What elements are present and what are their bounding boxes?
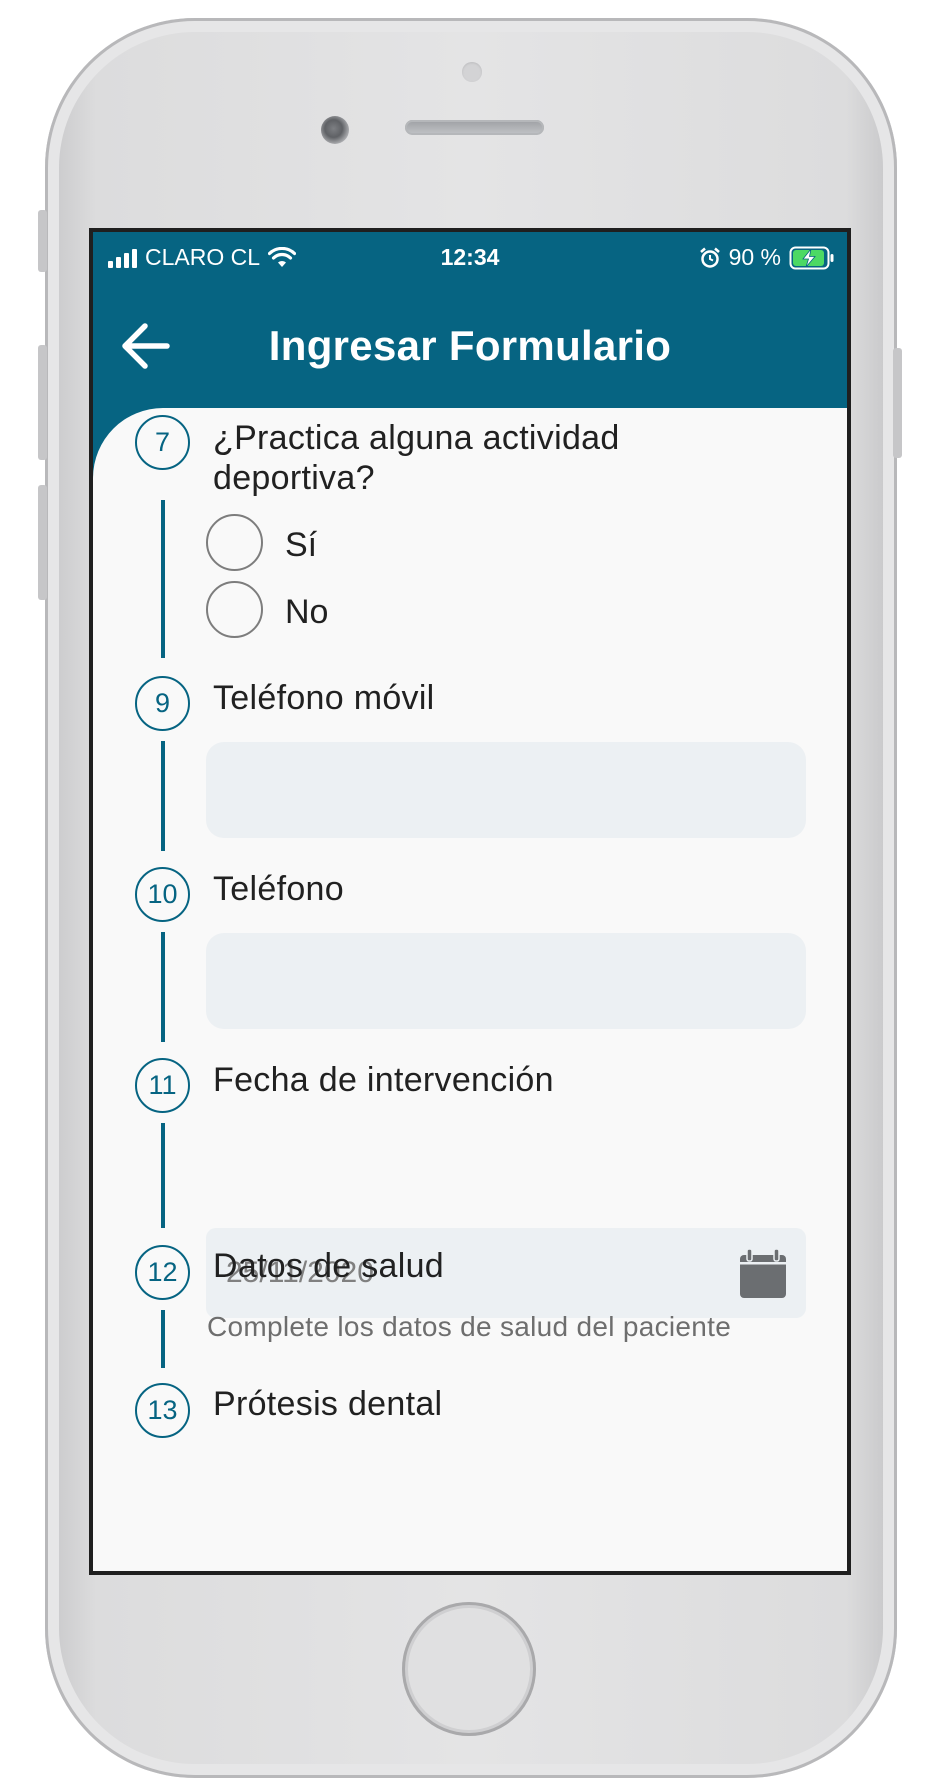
mobile-phone-input[interactable] bbox=[206, 742, 806, 838]
step-connector bbox=[161, 932, 165, 1042]
volume-up-button bbox=[38, 345, 47, 460]
volume-down-button bbox=[38, 485, 47, 600]
step-connector bbox=[161, 1310, 165, 1368]
app-bar: Ingresar Formulario bbox=[93, 280, 847, 408]
alarm-icon bbox=[699, 247, 720, 268]
step-number: 11 bbox=[135, 1058, 190, 1113]
radio-label-si[interactable]: Sí bbox=[285, 526, 317, 565]
mute-switch bbox=[38, 210, 47, 272]
step-number: 10 bbox=[135, 867, 190, 922]
question-label: ¿Practica alguna actividad deportiva? bbox=[213, 418, 620, 498]
step-number: 12 bbox=[135, 1245, 190, 1300]
question-label-line: ¿Practica alguna actividad bbox=[213, 419, 620, 457]
question-label-line: deportiva? bbox=[213, 459, 375, 497]
home-button[interactable] bbox=[402, 1602, 536, 1736]
battery-percent: 90 % bbox=[728, 244, 781, 270]
earpiece-speaker bbox=[405, 120, 544, 135]
app-screen: CLARO CL 12:34 90 % Ingresar Formulario … bbox=[93, 232, 847, 1571]
question-label: Teléfono bbox=[213, 870, 344, 908]
step-number: 13 bbox=[135, 1383, 190, 1438]
step-number: 9 bbox=[135, 676, 190, 731]
step-connector bbox=[161, 741, 165, 851]
phone-screen: CLARO CL 12:34 90 % Ingresar Formulario … bbox=[89, 228, 851, 1575]
step-connector bbox=[161, 1123, 165, 1228]
form-container: 7 ¿Practica alguna actividad deportiva? … bbox=[93, 408, 847, 1571]
step-number: 7 bbox=[135, 415, 190, 470]
front-camera bbox=[321, 116, 349, 144]
radio-label-no[interactable]: No bbox=[285, 593, 328, 632]
question-label: Teléfono móvil bbox=[213, 679, 435, 717]
radio-si[interactable] bbox=[206, 514, 263, 571]
power-button bbox=[893, 348, 902, 458]
calendar-icon[interactable] bbox=[738, 1248, 788, 1300]
battery-charging-icon bbox=[789, 246, 834, 269]
question-label: Fecha de intervención bbox=[213, 1061, 554, 1099]
step-connector bbox=[161, 500, 165, 658]
question-label: Datos de salud bbox=[213, 1247, 445, 1285]
status-bar: CLARO CL 12:34 90 % bbox=[93, 232, 847, 280]
radio-no[interactable] bbox=[206, 581, 263, 638]
phone-input[interactable] bbox=[206, 933, 806, 1029]
page-title: Ingresar Formulario bbox=[268, 322, 672, 369]
question-label: Prótesis dental bbox=[213, 1385, 443, 1423]
proximity-sensor bbox=[462, 62, 482, 82]
helper-text: Complete los datos de salud del paciente bbox=[207, 1311, 732, 1342]
